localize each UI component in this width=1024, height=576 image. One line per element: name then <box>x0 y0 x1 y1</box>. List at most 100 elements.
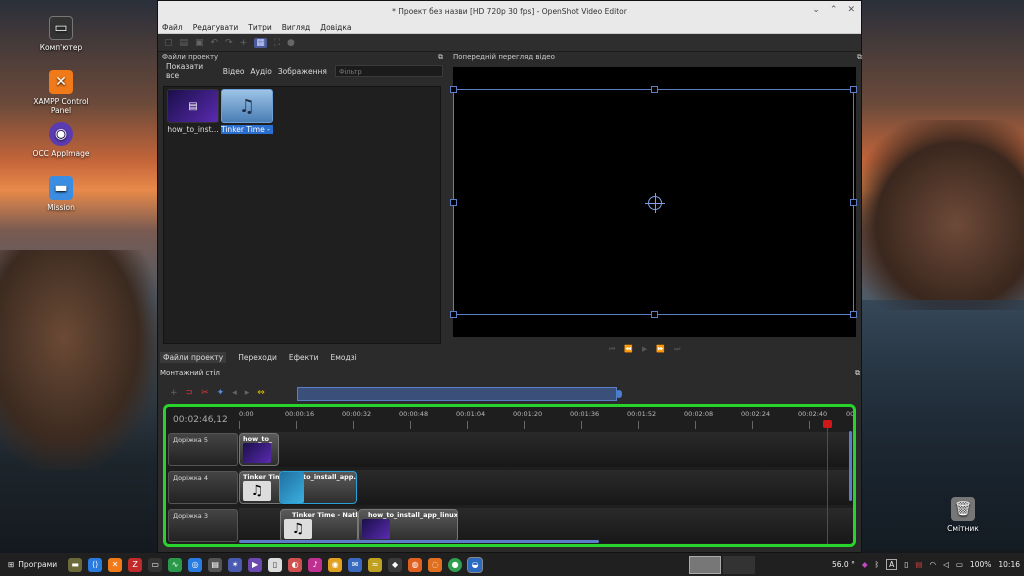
monitor-icon[interactable]: ∿ <box>168 557 183 572</box>
firefox-icon[interactable]: ◍ <box>408 557 423 572</box>
music-icon[interactable]: ♪ <box>308 557 323 572</box>
workspace-switcher[interactable] <box>723 555 756 574</box>
fullscreen-icon[interactable]: ⛶ <box>274 38 280 48</box>
xampp-icon[interactable]: ✕ <box>108 557 123 572</box>
menu-file[interactable]: Файл <box>162 23 183 32</box>
minimize-icon[interactable]: ⌄ <box>812 5 820 15</box>
timeline-ruler[interactable]: 0:00 00:00:16 00:00:32 00:00:48 00:01:04… <box>239 407 853 431</box>
resize-handle[interactable] <box>850 199 857 206</box>
resize-handle[interactable] <box>850 311 857 318</box>
file-item-video[interactable]: ▤ how_to_inst... <box>167 89 219 134</box>
filter-show-all[interactable]: Показати все <box>166 62 217 80</box>
add-marker-icon[interactable]: ✦ <box>217 388 225 398</box>
export-icon[interactable]: ● <box>287 38 295 48</box>
play-icon[interactable]: ▶ <box>642 345 647 354</box>
timeline-clip-audio[interactable]: Tinker Time - Nathan ♫ <box>280 509 358 542</box>
import-files-icon[interactable]: + <box>240 38 248 48</box>
jump-start-icon[interactable]: ⏮ <box>609 345 615 354</box>
fast-forward-icon[interactable]: ⏩ <box>656 345 665 354</box>
browser-icon[interactable]: ◌ <box>428 557 443 572</box>
open-project-icon[interactable]: ▤ <box>180 38 189 48</box>
tab-transitions[interactable]: Переходи <box>238 353 277 362</box>
track-lane[interactable]: how_to_ <box>239 432 853 467</box>
briefcase-icon[interactable]: ▤ <box>208 557 223 572</box>
menu-edit[interactable]: Редагувати <box>193 23 239 32</box>
undo-icon[interactable]: ↶ <box>211 38 219 48</box>
openshot-icon[interactable]: ◒ <box>467 556 484 573</box>
desktop-icon-trash[interactable]: 🗑 Смітник <box>928 497 998 533</box>
filezilla-icon[interactable]: Z <box>128 557 143 572</box>
timeline-clip-video[interactable]: to_install_app... <box>279 471 357 504</box>
desktop-icon-appimage[interactable]: ◉ OCC AppImage <box>26 122 96 158</box>
settings-icon[interactable]: ✶ <box>228 557 243 572</box>
track-lane[interactable]: Tinker Tim ♫ to_install_app... <box>239 470 853 505</box>
previous-marker-icon[interactable]: ◂ <box>232 388 237 398</box>
playhead-line[interactable] <box>827 421 828 544</box>
add-track-icon[interactable]: + <box>170 388 178 398</box>
resize-handle[interactable] <box>651 86 658 93</box>
resize-handle[interactable] <box>450 86 457 93</box>
panel-float-icon[interactable]: ⧉ <box>857 53 862 64</box>
timeline-zoom-slider[interactable] <box>297 387 617 401</box>
volume-icon[interactable]: ◁ <box>943 560 949 569</box>
chrome-icon[interactable]: ● <box>448 557 463 572</box>
save-project-icon[interactable]: ▣ <box>195 38 204 48</box>
network-icon[interactable]: ◎ <box>188 557 203 572</box>
layout-indicator-icon[interactable]: ▯ <box>904 560 908 569</box>
tab-emojis[interactable]: Емодзі <box>330 353 356 362</box>
new-project-icon[interactable]: ▢ <box>164 38 173 48</box>
crosshair-icon[interactable] <box>645 193 665 213</box>
filter-video[interactable]: Відео <box>223 67 245 76</box>
video-preview-canvas[interactable] <box>450 67 857 337</box>
filter-images[interactable]: Зображення <box>278 67 327 76</box>
tab-project-files[interactable]: Файли проекту <box>160 351 227 363</box>
resize-handle[interactable] <box>850 86 857 93</box>
keyboard-layout[interactable]: A <box>886 559 898 570</box>
start-menu-button[interactable]: ⊞ Програми <box>0 553 65 576</box>
color-wheel-icon[interactable]: ◉ <box>328 557 343 572</box>
filter-audio[interactable]: Аудіо <box>250 67 271 76</box>
jump-end-icon[interactable]: ⏭ <box>674 345 680 354</box>
window-titlebar[interactable]: * Проект без назви [HD 720p 30 fps] - Op… <box>158 1 861 21</box>
document-icon[interactable]: ▯ <box>268 557 283 572</box>
zoom-slider-handle[interactable] <box>616 390 622 398</box>
resize-handle[interactable] <box>450 311 457 318</box>
tray-app-icon[interactable]: ◆ <box>862 560 868 569</box>
battery-icon[interactable]: ▭ <box>956 560 963 569</box>
timeline-clip-audio[interactable]: Tinker Tim ♫ <box>239 471 283 504</box>
vertical-scrollbar[interactable] <box>849 431 852 501</box>
maximize-icon[interactable]: ⌃ <box>830 5 838 15</box>
desktop-icon-xampp[interactable]: ✕ XAMPP Control Panel <box>26 70 96 115</box>
language-flag-icon[interactable]: ▤ <box>915 560 922 569</box>
redo-icon[interactable]: ↷ <box>225 38 233 48</box>
rewind-icon[interactable]: ⏪ <box>624 345 633 354</box>
bluetooth-icon[interactable]: ᛒ <box>875 560 880 569</box>
clock[interactable]: 10:16 <box>998 560 1020 569</box>
menu-titles[interactable]: Титри <box>248 23 271 32</box>
wifi-icon[interactable]: ◠ <box>930 560 937 569</box>
file-manager-icon[interactable]: ▬ <box>68 557 83 572</box>
close-icon[interactable]: ✕ <box>847 5 855 15</box>
profile-icon[interactable]: ▦ <box>254 37 267 48</box>
track-header[interactable]: Доріжка 3 <box>168 509 238 542</box>
gimp-icon[interactable]: ◆ <box>388 557 403 572</box>
filter-input[interactable] <box>334 65 443 77</box>
tab-effects[interactable]: Ефекти <box>289 353 319 362</box>
desktop-icon-computer[interactable]: ▭ Комп'ютер <box>26 16 96 52</box>
disk-icon[interactable]: ◐ <box>288 557 303 572</box>
mail-icon[interactable]: ✉ <box>348 557 363 572</box>
horizontal-scrollbar[interactable] <box>239 540 599 543</box>
track-lane[interactable]: Tinker Time - Nathan ♫ how_to_install_ap… <box>239 508 853 543</box>
desktop-icon-folder[interactable]: ▬ Mission <box>26 176 96 212</box>
panel-float-icon[interactable]: ⧉ <box>855 369 860 378</box>
file-item-audio[interactable]: ♫ Tinker Time - ... <box>221 89 273 134</box>
center-playhead-icon[interactable]: ⇔ <box>257 388 265 398</box>
next-marker-icon[interactable]: ▸ <box>245 388 250 398</box>
razor-scissors-icon[interactable]: ✂ <box>201 388 209 398</box>
track-header[interactable]: Доріжка 4 <box>168 471 238 504</box>
vscode-icon[interactable]: ⟨⟩ <box>88 557 103 572</box>
snapping-magnet-icon[interactable]: ⊃ <box>186 388 194 398</box>
menu-help[interactable]: Довідка <box>320 23 351 32</box>
resize-handle[interactable] <box>450 199 457 206</box>
menu-view[interactable]: Вигляд <box>282 23 310 32</box>
